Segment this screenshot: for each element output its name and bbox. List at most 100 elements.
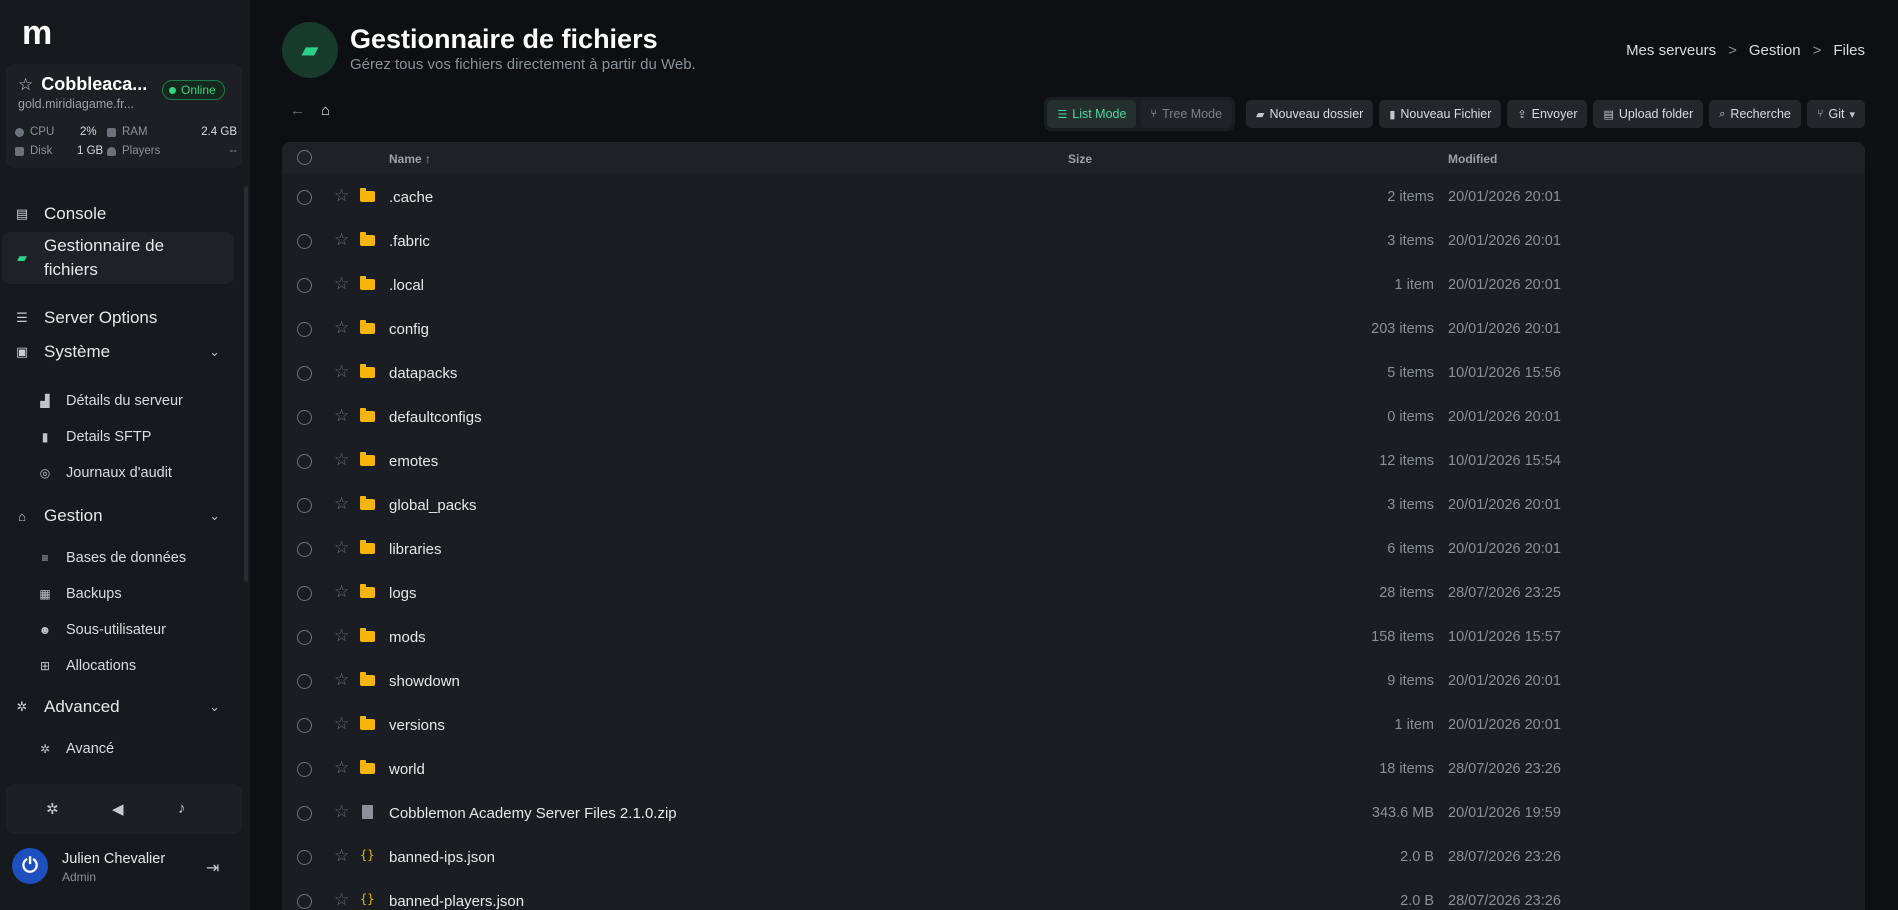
upload-folder-button[interactable]: ▤ Upload folder bbox=[1593, 100, 1704, 128]
server-card[interactable]: ☆ Cobbleaca... Online gold.miridiagame.f… bbox=[6, 64, 242, 168]
star-icon[interactable]: ☆ bbox=[334, 274, 349, 294]
megaphone-icon[interactable]: ◀ bbox=[112, 800, 124, 818]
star-icon[interactable]: ☆ bbox=[334, 230, 349, 250]
sidebar-scrollbar[interactable] bbox=[244, 186, 248, 582]
table-row[interactable]: ☆ {} banned-players.json 2.0 B 28/07/2026 23… bbox=[282, 880, 1865, 910]
star-icon[interactable]: ☆ bbox=[334, 582, 349, 602]
row-checkbox[interactable] bbox=[297, 366, 312, 381]
sidebar-item-journaux[interactable]: ◎ Journaux d'audit bbox=[38, 465, 172, 481]
row-checkbox[interactable] bbox=[297, 762, 312, 777]
app-logo[interactable]: m bbox=[22, 14, 52, 53]
table-row[interactable]: ☆ showdown 9 items 20/01/2026 20:01 bbox=[282, 660, 1865, 704]
table-row[interactable]: ☆ {} banned-ips.json 2.0 B 28/07/2026 23:26 bbox=[282, 836, 1865, 880]
star-icon[interactable]: ☆ bbox=[334, 670, 349, 690]
sidebar-item-gestion[interactable]: ⌂ Gestion ⌄ bbox=[2, 500, 234, 532]
star-icon[interactable]: ☆ bbox=[334, 362, 349, 382]
table-row[interactable]: ☆ global_packs 3 items 20/01/2026 20:01 bbox=[282, 484, 1865, 528]
new-folder-button[interactable]: ▰ Nouveau dossier bbox=[1246, 100, 1374, 128]
file-name[interactable]: world bbox=[389, 761, 425, 778]
star-icon[interactable]: ☆ bbox=[334, 538, 349, 558]
table-row[interactable]: ☆ .fabric 3 items 20/01/2026 20:01 bbox=[282, 220, 1865, 264]
sidebar-item-file-manager[interactable]: ▰ Gestionnaire de fichiers bbox=[2, 232, 234, 284]
table-row[interactable]: ☆ defaultconfigs 0 items 20/01/2026 20:01 bbox=[282, 396, 1865, 440]
sidebar-item-server-options[interactable]: ☰ Server Options bbox=[2, 302, 234, 334]
sidebar-item-systeme[interactable]: ▣ Système ⌄ bbox=[2, 336, 234, 368]
file-name[interactable]: mods bbox=[389, 629, 426, 646]
upload-button[interactable]: ⇪ Envoyer bbox=[1507, 100, 1588, 128]
star-icon[interactable]: ☆ bbox=[18, 75, 33, 95]
table-row[interactable]: ☆ logs 28 items 28/07/2026 23:25 bbox=[282, 572, 1865, 616]
star-icon[interactable]: ☆ bbox=[334, 890, 349, 910]
file-name[interactable]: defaultconfigs bbox=[389, 409, 482, 426]
breadcrumb-item-gestion[interactable]: Gestion bbox=[1749, 42, 1801, 59]
file-name[interactable]: .local bbox=[389, 277, 424, 294]
column-header-modified[interactable]: Modified bbox=[1448, 152, 1497, 166]
row-checkbox[interactable] bbox=[297, 498, 312, 513]
row-checkbox[interactable] bbox=[297, 674, 312, 689]
sidebar-item-details-sftp[interactable]: ▮ Details SFTP bbox=[38, 429, 152, 445]
row-checkbox[interactable] bbox=[297, 850, 312, 865]
file-name[interactable]: Cobblemon Academy Server Files 2.1.0.zip bbox=[389, 805, 677, 822]
file-name[interactable]: banned-ips.json bbox=[389, 849, 495, 866]
file-name[interactable]: banned-players.json bbox=[389, 893, 524, 910]
sidebar-item-avance[interactable]: ✲ Avancé bbox=[38, 741, 114, 757]
tree-mode-button[interactable]: ⑂ Tree Mode bbox=[1140, 100, 1233, 128]
table-row[interactable]: ☆ mods 158 items 10/01/2026 15:57 bbox=[282, 616, 1865, 660]
table-row[interactable]: ☆ Cobblemon Academy Server Files 2.1.0.zi… bbox=[282, 792, 1865, 836]
row-checkbox[interactable] bbox=[297, 542, 312, 557]
list-mode-button[interactable]: ☰ List Mode bbox=[1047, 100, 1137, 128]
star-icon[interactable]: ☆ bbox=[334, 802, 349, 822]
file-name[interactable]: .fabric bbox=[389, 233, 430, 250]
star-icon[interactable]: ☆ bbox=[334, 450, 349, 470]
file-name[interactable]: versions bbox=[389, 717, 445, 734]
star-icon[interactable]: ☆ bbox=[334, 714, 349, 734]
table-row[interactable]: ☆ datapacks 5 items 10/01/2026 15:56 bbox=[282, 352, 1865, 396]
star-icon[interactable]: ☆ bbox=[334, 406, 349, 426]
table-row[interactable]: ☆ emotes 12 items 10/01/2026 15:54 bbox=[282, 440, 1865, 484]
table-row[interactable]: ☆ .local 1 item 20/01/2026 20:01 bbox=[282, 264, 1865, 308]
table-row[interactable]: ☆ libraries 6 items 20/01/2026 20:01 bbox=[282, 528, 1865, 572]
git-dropdown-button[interactable]: ⑂ Git ▾ bbox=[1806, 100, 1865, 128]
sidebar-item-sous-utilisateur[interactable]: ☻ Sous-utilisateur bbox=[38, 622, 166, 638]
row-checkbox[interactable] bbox=[297, 630, 312, 645]
file-name[interactable]: emotes bbox=[389, 453, 438, 470]
row-checkbox[interactable] bbox=[297, 806, 312, 821]
star-icon[interactable]: ☆ bbox=[334, 846, 349, 866]
star-icon[interactable]: ☆ bbox=[334, 494, 349, 514]
file-name[interactable]: showdown bbox=[389, 673, 460, 690]
search-button[interactable]: ⌕ Recherche bbox=[1709, 100, 1801, 128]
user-profile[interactable]: ⏻ Julien Chevalier Admin bbox=[12, 848, 165, 884]
arrow-left-icon[interactable]: ← bbox=[290, 102, 305, 119]
select-all-checkbox[interactable] bbox=[297, 150, 312, 165]
row-checkbox[interactable] bbox=[297, 234, 312, 249]
row-checkbox[interactable] bbox=[297, 190, 312, 205]
row-checkbox[interactable] bbox=[297, 894, 312, 909]
breadcrumb-item-files[interactable]: Files bbox=[1833, 42, 1865, 59]
table-row[interactable]: ☆ config 203 items 20/01/2026 20:01 bbox=[282, 308, 1865, 352]
sidebar-item-console[interactable]: ▤ Console bbox=[2, 198, 234, 230]
row-checkbox[interactable] bbox=[297, 410, 312, 425]
new-file-button[interactable]: ▮ Nouveau Fichier bbox=[1379, 100, 1502, 128]
sidebar-item-details-serveur[interactable]: ▟ Détails du serveur bbox=[38, 393, 182, 409]
bell-icon[interactable]: ♪ bbox=[178, 800, 186, 817]
table-row[interactable]: ☆ versions 1 item 20/01/2026 20:01 bbox=[282, 704, 1865, 748]
star-icon[interactable]: ☆ bbox=[334, 186, 349, 206]
sidebar-item-bases[interactable]: ≡ Bases de données bbox=[38, 550, 186, 566]
sidebar-item-advanced[interactable]: ✲ Advanced ⌄ bbox=[2, 691, 234, 723]
file-name[interactable]: libraries bbox=[389, 541, 442, 558]
settings-icon[interactable]: ✲ bbox=[46, 800, 59, 818]
row-checkbox[interactable] bbox=[297, 278, 312, 293]
row-checkbox[interactable] bbox=[297, 718, 312, 733]
breadcrumb-item-servers[interactable]: Mes serveurs bbox=[1626, 42, 1716, 59]
table-row[interactable]: ☆ .cache 2 items 20/01/2026 20:01 bbox=[282, 176, 1865, 220]
column-header-name[interactable]: Name ↑ bbox=[389, 152, 431, 166]
file-name[interactable]: .cache bbox=[389, 189, 433, 206]
star-icon[interactable]: ☆ bbox=[334, 758, 349, 778]
sidebar-item-backups[interactable]: ▦ Backups bbox=[38, 586, 121, 602]
star-icon[interactable]: ☆ bbox=[334, 318, 349, 338]
row-checkbox[interactable] bbox=[297, 454, 312, 469]
sidebar-item-allocations[interactable]: ⊞ Allocations bbox=[38, 658, 136, 674]
table-row[interactable]: ☆ world 18 items 28/07/2026 23:26 bbox=[282, 748, 1865, 792]
row-checkbox[interactable] bbox=[297, 586, 312, 601]
row-checkbox[interactable] bbox=[297, 322, 312, 337]
